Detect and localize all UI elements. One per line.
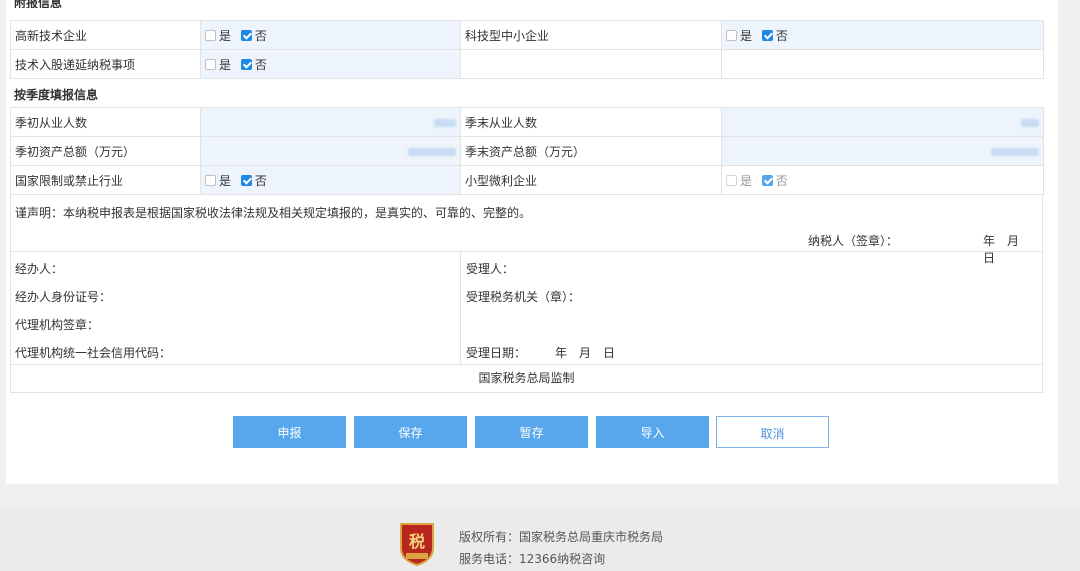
service-phone-text: 服务电话：12366纳税咨询 [459, 552, 606, 566]
emp-start-input[interactable] [200, 107, 461, 137]
signature-block: 经办人： 经办人身份证号： 代理机构签章： 代理机构统一社会信用代码： 受理人：… [10, 251, 1043, 365]
tech-share-label: 技术入股递延纳税事项 [10, 49, 201, 79]
tech-sme-no-checkbox[interactable] [761, 29, 773, 41]
tax-office-label: 受理税务机关（章）： [466, 290, 581, 304]
agency-seal-label: 代理机构签章： [15, 318, 100, 332]
submit-button[interactable]: 申报 [233, 416, 346, 448]
restricted-label: 国家限制或禁止行业 [10, 165, 201, 195]
quarterly-info-table: 季初从业人数 季末从业人数 季初资产总额（万元） 季末资产总额（万元） 国家限制… [10, 107, 1044, 195]
declaration-text: 谨声明：本纳税申报表是根据国家税收法律法规及相关规定填报的，是真实的、可靠的、完… [15, 206, 532, 220]
asset-end-input[interactable] [721, 136, 1044, 166]
attached-info-table: 高新技术企业 是 否 科技型中小企业 是 否 技术入股递延纳税事项 是 否 [10, 20, 1044, 79]
supervision-label: 国家税务总局监制 [10, 364, 1043, 393]
table-row: 季初从业人数 季末从业人数 [10, 107, 1044, 137]
empty-cell [460, 49, 722, 79]
restricted-options: 是 否 [200, 165, 461, 195]
quarterly-section-title: 按季度填报信息 [14, 88, 99, 102]
taxpayer-sign-label: 纳税人（签章）： [808, 234, 899, 248]
emp-end-label: 季末从业人数 [460, 107, 722, 137]
table-row: 高新技术企业 是 否 科技型中小企业 是 否 [10, 20, 1044, 50]
attached-section-title: 附报信息 [14, 0, 63, 8]
restricted-yes-checkbox[interactable] [205, 174, 216, 186]
table-row: 季初资产总额（万元） 季末资产总额（万元） [10, 136, 1044, 166]
receiver-label: 受理人： [466, 262, 515, 276]
asset-start-label: 季初资产总额（万元） [10, 136, 201, 166]
temp-save-button[interactable]: 暂存 [475, 416, 588, 448]
tech-share-yes-checkbox[interactable] [205, 58, 216, 70]
emp-end-input[interactable] [721, 107, 1044, 137]
high-tech-options: 是 否 [200, 20, 461, 50]
handler-id-label: 经办人身份证号： [15, 290, 112, 304]
agency-code-label: 代理机构统一社会信用代码： [15, 346, 172, 360]
tax-bureau-logo-icon: 税 [400, 523, 434, 566]
svg-text:税: 税 [409, 532, 425, 551]
small-micro-label: 小型微利企业 [460, 165, 722, 195]
small-micro-no-checkbox [761, 174, 773, 186]
save-button[interactable]: 保存 [354, 416, 467, 448]
small-micro-yes-checkbox [726, 174, 737, 186]
redacted-value [408, 147, 456, 156]
table-row: 国家限制或禁止行业 是 否 小型微利企业 是 否 [10, 165, 1044, 195]
tech-share-no-checkbox[interactable] [240, 58, 252, 70]
redacted-value [1021, 118, 1039, 127]
import-button[interactable]: 导入 [596, 416, 709, 448]
declaration-box: 谨声明：本纳税申报表是根据国家税收法律法规及相关规定填报的，是真实的、可靠的、完… [10, 194, 1043, 265]
asset-start-input[interactable] [200, 136, 461, 166]
receive-date: 年 月 日 [555, 346, 616, 360]
redacted-value [991, 147, 1039, 156]
tech-sme-options: 是 否 [721, 20, 1044, 50]
tech-sme-yes-checkbox[interactable] [726, 29, 737, 41]
copyright-text: 版权所有：国家税务总局重庆市税务局 [459, 530, 664, 544]
divider [460, 252, 461, 365]
page-footer: 税 版权所有：国家税务总局重庆市税务局 服务电话：12366纳税咨询 [0, 508, 1080, 571]
redacted-value [434, 118, 456, 127]
asset-end-label: 季末资产总额（万元） [460, 136, 722, 166]
cancel-button[interactable]: 取消 [716, 416, 829, 448]
restricted-no-checkbox[interactable] [240, 174, 252, 186]
high-tech-no-checkbox[interactable] [240, 29, 252, 41]
handler-label: 经办人： [15, 262, 64, 276]
small-micro-options: 是 否 [721, 165, 1044, 195]
table-row: 技术入股递延纳税事项 是 否 [10, 49, 1044, 79]
tech-sme-label: 科技型中小企业 [460, 20, 722, 50]
high-tech-yes-checkbox[interactable] [205, 29, 216, 41]
empty-cell [721, 49, 1044, 79]
tech-share-options: 是 否 [200, 49, 461, 79]
emp-start-label: 季初从业人数 [10, 107, 201, 137]
receive-date-label: 受理日期： [466, 346, 527, 360]
high-tech-label: 高新技术企业 [10, 20, 201, 50]
